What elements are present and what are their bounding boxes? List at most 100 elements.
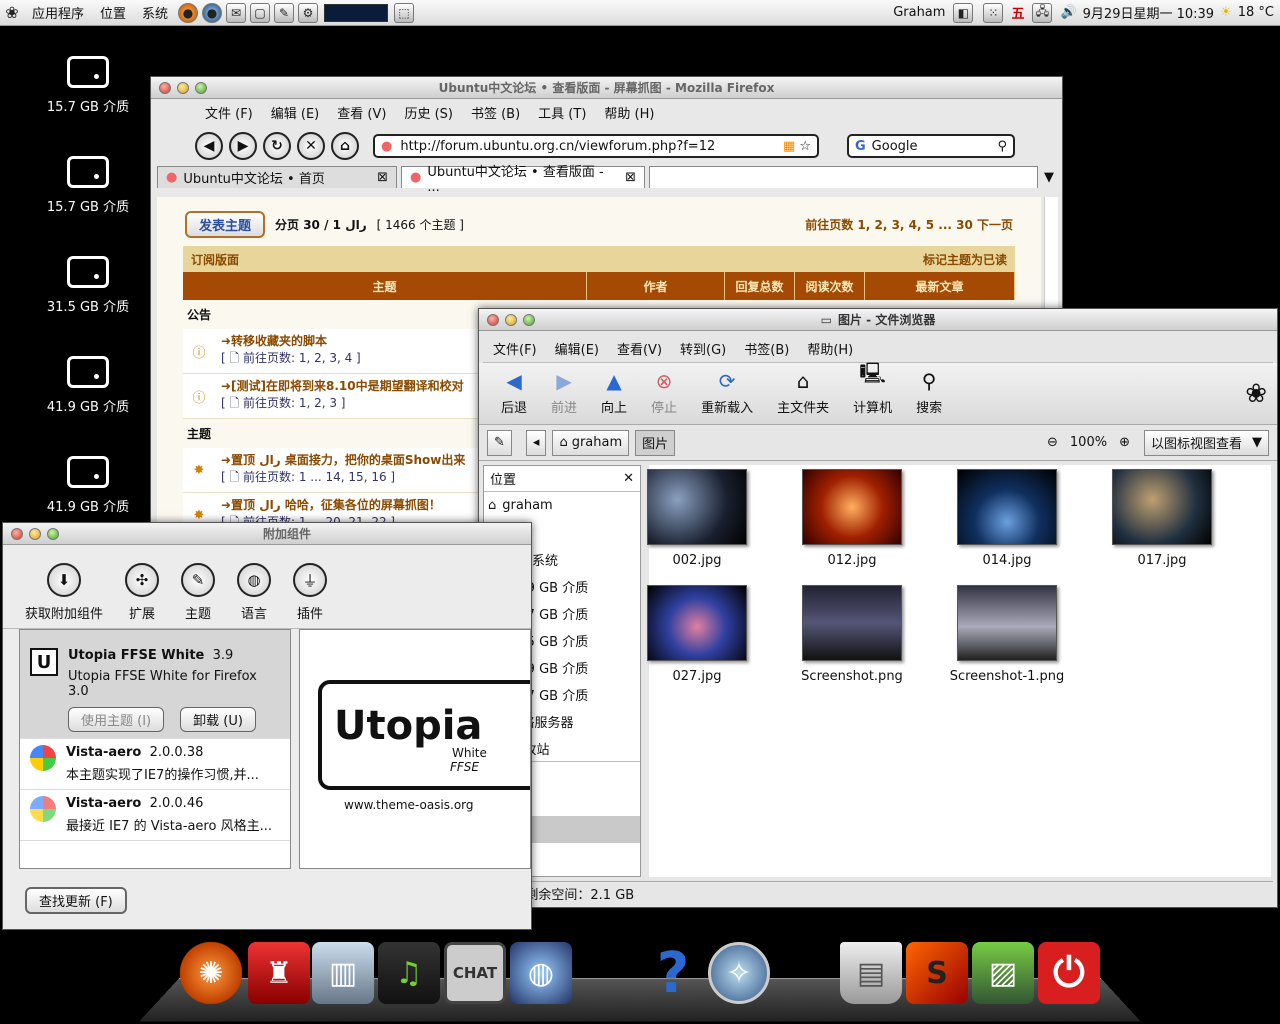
list-item[interactable]: U Utopia FFSE White 3.9 Utopia FFSE Whit… [20,630,290,739]
menu-file[interactable]: 文件(F) [493,339,537,358]
search-button[interactable]: ⚲ 搜索 [904,369,954,416]
up-button[interactable]: ▲ 向上 [589,369,639,416]
menu-go[interactable]: 转到(G) [680,339,726,358]
tab-list-icon[interactable]: ▼ [1044,166,1062,188]
file-item[interactable]: 012.jpg [782,469,922,568]
file-item[interactable]: 014.jpg [937,469,1077,568]
menu-edit[interactable]: 编辑(E) [555,339,599,358]
help-icon[interactable]: ? [642,941,704,1006]
menu-view[interactable]: 查看(V) [617,339,662,358]
col-topic[interactable]: 主题 [183,272,587,300]
system-menu[interactable]: 系统 [134,3,176,22]
file-item[interactable]: 002.jpg [627,469,767,568]
close-button[interactable] [487,314,499,326]
col-latest[interactable]: 最新文章 [865,272,1015,300]
chat-icon[interactable]: CHAT [444,942,506,1004]
col-author[interactable]: 作者 [587,272,725,300]
network-icon[interactable]: 🖧 [1032,2,1053,23]
edit-location-icon[interactable]: ✎ [487,429,512,456]
weather-temp[interactable]: 18 °C [1238,5,1274,20]
close-button[interactable] [11,528,23,540]
close-button[interactable] [159,82,171,94]
maximize-button[interactable] [523,314,535,326]
desktop-drive-5[interactable]: 41.9 GB 介质 [28,456,148,515]
url-bar[interactable]: ● http://forum.ubuntu.org.cn/viewforum.p… [373,134,819,158]
forward-button[interactable]: ▶ 前进 [539,369,589,416]
crumb-left-icon[interactable]: ◂ [525,429,547,456]
user-name[interactable]: Graham [893,5,945,20]
input-method-indicator[interactable]: 五 [1011,3,1024,22]
menu-bookmarks[interactable]: 书签(B) [744,339,789,358]
minimize-button[interactable] [177,82,189,94]
close-tab-icon[interactable]: ⊠ [625,170,636,185]
file-item[interactable]: Screenshot.png [782,585,922,684]
desktop-drive-1[interactable]: 15.7 GB 介质 [28,56,148,115]
ubuntu-icon[interactable]: ✺ [180,942,242,1004]
back-button[interactable]: ◀ 后退 [489,369,539,416]
file-browser-titlebar[interactable]: ▭ 图片 - 文件浏览器 [479,309,1277,331]
menu-help[interactable]: 帮助 (H) [604,103,654,122]
file-item[interactable]: 027.jpg [627,585,767,684]
search-icon[interactable]: ⚲ [997,139,1007,154]
menu-help[interactable]: 帮助(H) [807,339,853,358]
reload-button[interactable]: ⟳ 重新载入 [689,369,765,416]
view-mode-select[interactable]: 以图标视图查看 ▼ [1143,429,1269,456]
star-icon[interactable]: ☆ [799,139,811,154]
find-updates-button[interactable]: 查找更新 (F) [25,887,127,914]
search-bar[interactable]: G Google ⚲ [847,134,1015,158]
editor-launcher-icon[interactable]: ✎ [274,2,295,23]
back-icon[interactable]: ◀ [195,132,223,160]
safari-compass-icon[interactable]: ✧ [708,942,770,1004]
addons-titlebar[interactable]: 附加组件 [3,523,531,545]
volume-icon[interactable]: 🔊 [1060,5,1076,20]
post-topic-button[interactable]: 发表主题 [185,211,266,238]
computer-button[interactable]: 🖳 计算机 [841,359,904,416]
stop-icon[interactable]: ✕ [297,132,325,160]
firefox-titlebar[interactable]: Ubuntu中文论坛 • 查看版面 - 屏幕抓图 - Mozilla Firef… [151,77,1062,99]
settings-launcher-icon[interactable]: ⚙ [298,2,319,23]
extensions-button[interactable]: ✣ 扩展 [117,563,167,622]
topic-title[interactable]: ➜置顶 ﺭﺍﻝ 桌面接力，把你的桌面Show出来 [221,453,465,467]
menu-edit[interactable]: 编辑 (E) [271,103,320,122]
trash-icon[interactable]: ▤ [840,942,902,1004]
file-item[interactable]: Screenshot-1.png [937,585,1077,684]
media-player-icon[interactable]: ♫ [378,942,440,1004]
topic-title[interactable]: ➜转移收藏夹的脚本 [221,334,327,348]
plugins-button[interactable]: ⏚ 插件 [285,563,335,622]
reload-icon[interactable]: ↻ [263,132,291,160]
sidebar-item-home[interactable]: ⌂ graham [484,492,640,519]
maximize-button[interactable] [47,528,59,540]
network-globe-icon[interactable]: ◍ [510,942,572,1004]
wallpaper-icon[interactable]: ▨ [972,942,1034,1004]
sidebar-title[interactable]: 位置 [490,469,516,488]
thunderbird-launcher-icon[interactable]: ● [202,2,223,23]
zoom-in-icon[interactable]: ⊕ [1119,435,1130,450]
maximize-button[interactable] [195,82,207,94]
col-views[interactable]: 阅读次数 [795,272,865,300]
menu-history[interactable]: 历史 (S) [404,103,453,122]
menu-file[interactable]: 文件 (F) [205,103,253,122]
close-tab-icon[interactable]: ⊠ [377,170,388,185]
menu-tools[interactable]: 工具 (T) [538,103,586,122]
languages-button[interactable]: ◍ 语言 [229,563,279,622]
mail-launcher-icon[interactable]: ✉ [226,2,247,23]
desktop-drive-2[interactable]: 15.7 GB 介质 [28,156,148,215]
places-menu[interactable]: 位置 [92,3,134,22]
menu-bookmarks[interactable]: 书签 (B) [471,103,520,122]
rss-icon[interactable]: ▦ [783,139,795,154]
crumb-home[interactable]: ⌂ graham [552,429,630,456]
applications-menu[interactable]: 应用程序 [24,3,92,22]
archive-icon[interactable]: ▥ [312,942,374,1004]
col-replies[interactable]: 回复总数 [725,272,795,300]
use-theme-button[interactable]: 使用主题 (I) [68,707,165,732]
uninstall-button[interactable]: 卸载 (U) [180,707,256,732]
power-icon[interactable]: ⏻ [1038,942,1100,1004]
desktop-drive-4[interactable]: 41.9 GB 介质 [28,356,148,415]
themes-button[interactable]: ✎ 主题 [173,563,223,622]
desktop-drive-3[interactable]: 31.5 GB 介质 [28,256,148,315]
goto-pages[interactable]: 前往页数 1, 2, 3, 4, 5 ... 30 下一页 [805,216,1013,233]
firefox-launcher-icon[interactable]: ● [178,2,199,23]
mark-read-link[interactable]: 标记主题为已读 [923,251,1007,268]
topic-title[interactable]: ➜[测试]在即将到来8.10中是期望翻译和校对 [221,379,464,393]
list-item[interactable]: Vista-aero 2.0.0.38 本主题实现了IE7的操作习惯,并... [20,739,290,790]
